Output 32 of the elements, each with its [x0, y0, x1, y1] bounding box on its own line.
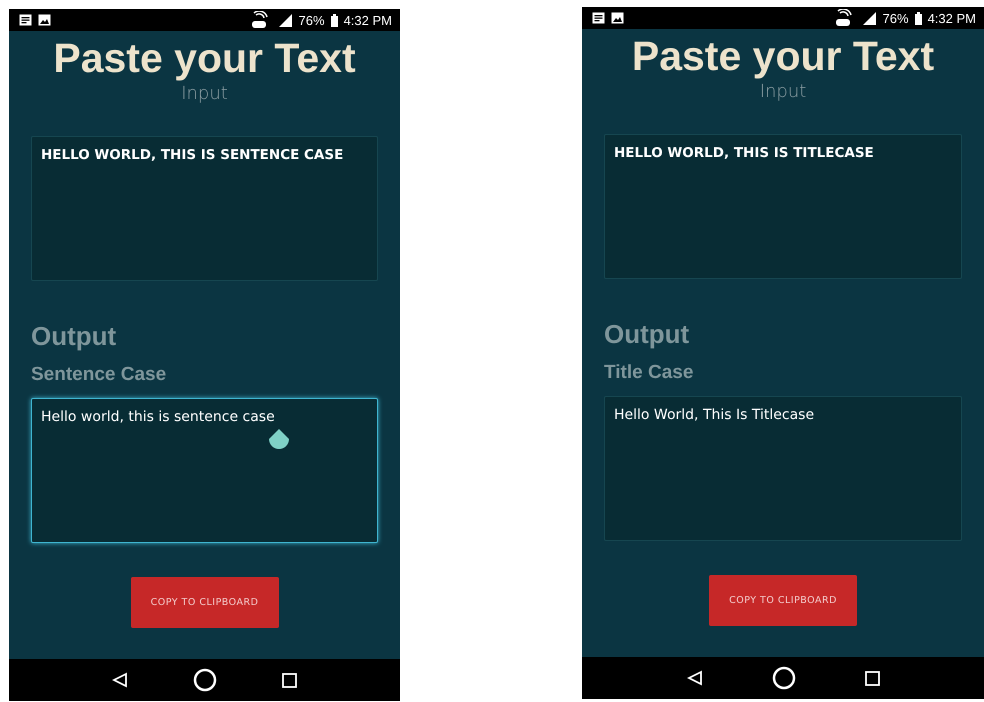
page-title: Paste your Text [630, 33, 936, 79]
clock: 4:32 PM [344, 12, 392, 28]
battery-icon [330, 14, 338, 26]
battery-percent: 76% [298, 12, 325, 28]
image-icon [611, 12, 624, 24]
copy-to-clipboard-button[interactable]: COPY TO CLIPBOARD [130, 577, 278, 628]
recent-apps-icon[interactable] [864, 670, 880, 686]
signal-icon [860, 11, 877, 25]
home-icon[interactable] [192, 668, 217, 692]
page-title: Paste your Text [52, 35, 357, 81]
back-icon[interactable] [112, 672, 128, 688]
input-text-area[interactable]: HELLO WORLD, THIS IS SENTENCE CASE [31, 136, 378, 281]
input-label: Input [180, 83, 229, 104]
output-text-area[interactable]: Hello world, this is sentence case [31, 398, 378, 543]
input-text-area[interactable]: HELLO WORLD, THIS IS TITLECASE [604, 134, 962, 279]
back-icon[interactable] [686, 670, 702, 686]
image-icon [38, 14, 51, 26]
input-label: Input [758, 81, 808, 102]
recent-apps-icon[interactable] [282, 672, 298, 688]
signal-icon [276, 13, 293, 27]
battery-icon [914, 12, 922, 24]
case-mode-label: Sentence Case [31, 364, 168, 386]
clock: 4:32 PM [928, 10, 976, 26]
notification-icon [592, 12, 605, 24]
output-heading: Output [31, 321, 118, 352]
notification-icon [19, 14, 32, 26]
case-mode-label: Title Case [604, 362, 694, 384]
copy-to-clipboard-button[interactable]: COPY TO CLIPBOARD [709, 575, 857, 626]
output-text-area[interactable]: Hello World, This Is Titlecase [604, 396, 962, 541]
home-icon[interactable] [772, 666, 796, 690]
output-heading: Output [604, 319, 690, 350]
battery-percent: 76% [882, 10, 909, 26]
